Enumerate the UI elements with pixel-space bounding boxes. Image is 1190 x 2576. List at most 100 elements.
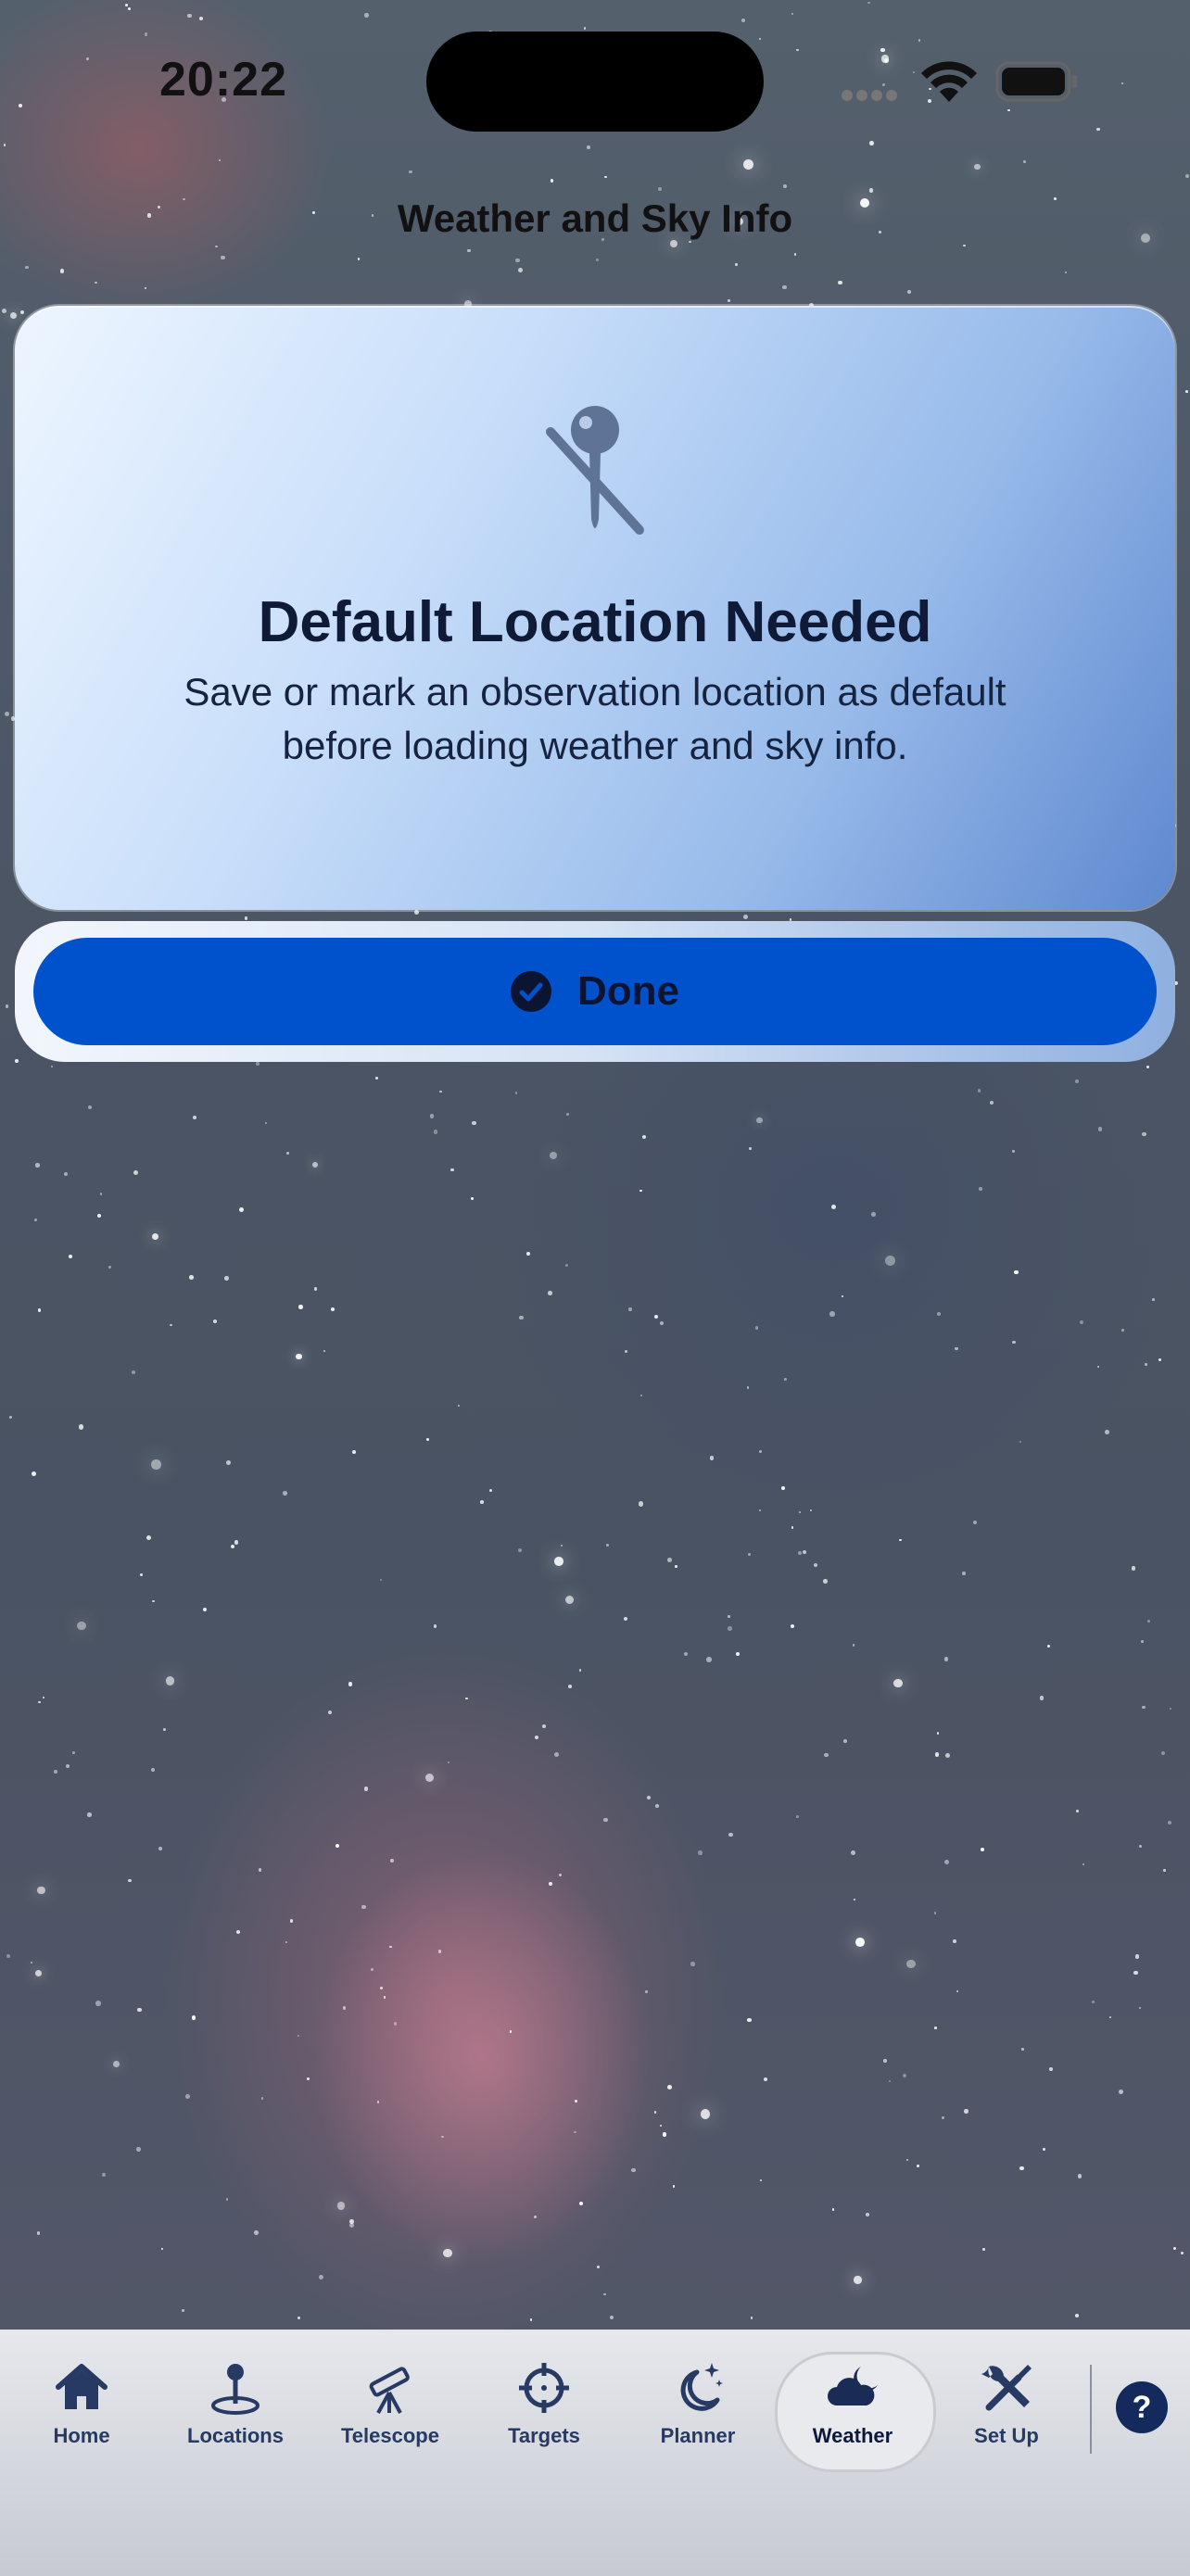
star <box>534 1735 538 1739</box>
star <box>1075 1080 1079 1083</box>
star <box>519 1316 524 1320</box>
star <box>59 269 65 273</box>
star <box>698 1850 703 1855</box>
star <box>3 144 6 146</box>
star <box>1163 1869 1166 1872</box>
star <box>335 1843 339 1848</box>
star <box>99 1193 103 1195</box>
cellular-signal-icon <box>842 89 910 101</box>
star <box>645 1990 648 1993</box>
star <box>137 2007 142 2013</box>
star <box>1047 1645 1050 1648</box>
star <box>829 1311 835 1317</box>
star <box>791 1526 794 1529</box>
star <box>1185 390 1188 393</box>
star <box>934 2026 937 2029</box>
star <box>186 13 192 19</box>
star <box>749 1146 752 1150</box>
tab-locations[interactable]: Locations <box>166 2359 305 2461</box>
star <box>1146 1066 1149 1068</box>
done-button[interactable]: Done <box>33 938 1157 1045</box>
star <box>980 1847 984 1851</box>
star <box>182 2309 184 2312</box>
star <box>515 258 520 263</box>
tab-label-weather: Weather <box>812 2424 893 2447</box>
star <box>439 1090 442 1093</box>
tab-telescope[interactable]: Telescope <box>321 2359 460 2461</box>
star <box>5 711 10 716</box>
star <box>646 1796 651 1800</box>
star <box>136 2147 141 2152</box>
star <box>783 183 788 188</box>
star <box>728 1615 730 1618</box>
star <box>943 1657 949 1661</box>
tab-bar-divider <box>1090 2365 1092 2454</box>
star <box>917 2164 920 2167</box>
star <box>53 1770 57 1774</box>
tab-targets[interactable]: Targets <box>475 2359 614 2461</box>
star <box>1145 1363 1147 1366</box>
star <box>963 244 966 247</box>
star <box>1131 1566 1136 1571</box>
tab-set-up[interactable]: Set Up <box>937 2359 1076 2461</box>
star <box>936 1312 941 1317</box>
star <box>192 1116 196 1120</box>
page-title: Weather and Sky Info <box>397 196 793 240</box>
star <box>952 1938 956 1943</box>
tab-planner[interactable]: Planner <box>628 2359 767 2461</box>
star <box>285 1940 288 1943</box>
star <box>1138 1844 1142 1849</box>
star <box>1133 1970 1138 1976</box>
star <box>36 1886 45 1895</box>
tab-label-locations: Locations <box>187 2424 284 2447</box>
star <box>376 2101 380 2103</box>
tab-home[interactable]: Home <box>12 2359 151 2461</box>
star <box>433 1130 438 1134</box>
telescope-icon <box>369 2367 410 2414</box>
star <box>128 1879 132 1883</box>
battery-icon <box>995 61 1077 102</box>
star <box>972 1521 977 1525</box>
star <box>467 248 471 253</box>
star <box>433 1624 437 1628</box>
star <box>974 163 981 170</box>
star <box>1121 1328 1124 1332</box>
star <box>596 2265 600 2268</box>
star <box>38 1700 41 1704</box>
star <box>437 1950 442 1953</box>
done-button-label: Done <box>577 968 679 1014</box>
star <box>1147 1619 1150 1623</box>
star <box>318 2275 323 2280</box>
star <box>374 1076 379 1080</box>
star <box>855 1938 865 1947</box>
star <box>298 1305 303 1310</box>
star <box>964 2109 968 2114</box>
star <box>389 1945 392 1949</box>
help-button[interactable]: ? <box>1116 2381 1168 2433</box>
star <box>575 2100 577 2102</box>
star <box>742 914 748 919</box>
star <box>659 1320 664 1326</box>
star <box>641 1134 646 1139</box>
dynamic-island <box>426 32 764 132</box>
star <box>1158 1357 1162 1361</box>
star <box>854 2276 862 2284</box>
star <box>223 1276 229 1281</box>
star <box>706 1657 712 1662</box>
moon-stars-icon <box>680 2363 723 2411</box>
star <box>113 2060 120 2067</box>
star <box>736 1652 740 1657</box>
star <box>144 32 148 37</box>
star <box>409 170 412 174</box>
star <box>727 298 730 302</box>
star <box>549 1881 553 1886</box>
star <box>838 280 842 285</box>
star <box>529 2318 533 2321</box>
tab-weather[interactable]: Weather <box>783 2359 922 2461</box>
star <box>906 1959 916 1969</box>
star <box>796 1814 800 1818</box>
star <box>230 1544 234 1548</box>
star <box>1181 2251 1184 2254</box>
star <box>1108 2016 1111 2019</box>
star <box>71 1751 75 1754</box>
